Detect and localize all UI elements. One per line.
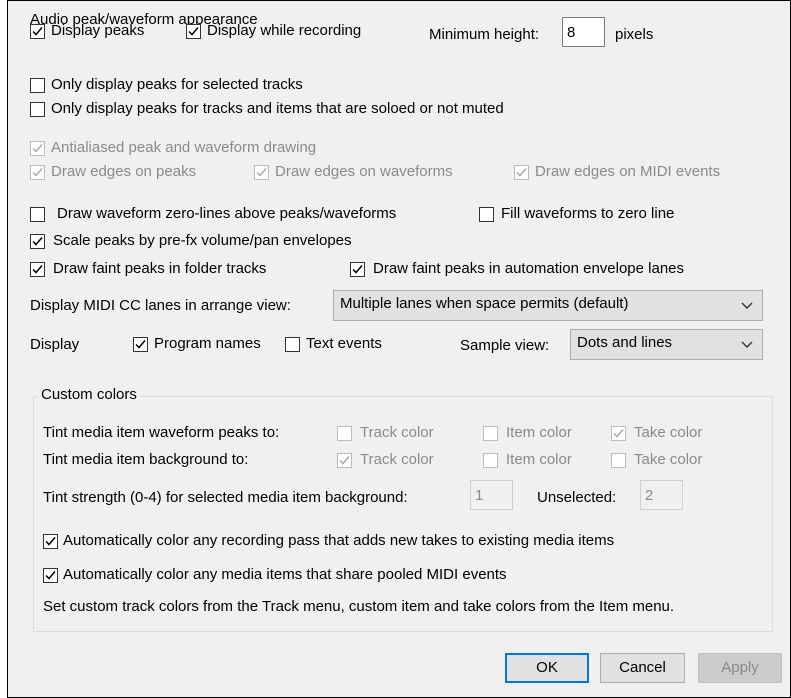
tint-bg-label: Tint media item background to: <box>43 451 249 468</box>
midi-cc-label: Display MIDI CC lanes in arrange view: <box>30 297 291 314</box>
edges-peaks-checkbox <box>30 165 45 180</box>
program-names-checkbox[interactable] <box>133 337 148 352</box>
hint-text: Set custom track colors from the Track m… <box>43 598 675 615</box>
edges-midi-label: Draw edges on MIDI events <box>535 163 721 180</box>
tint-peaks-track-label: Track color <box>360 424 434 441</box>
minimum-height-label: Minimum height: <box>429 26 540 43</box>
antialiased-checkbox <box>30 141 45 156</box>
custom-colors-title: Custom colors <box>38 386 140 403</box>
chevron-down-icon <box>741 341 753 348</box>
faint-folder-checkbox[interactable] <box>30 262 45 277</box>
tint-peaks-item-label: Item color <box>506 424 572 441</box>
display-peaks-label[interactable]: Display peaks <box>51 22 144 39</box>
program-names-label[interactable]: Program names <box>154 335 261 352</box>
only-soloed-label[interactable]: Only display peaks for tracks and items … <box>51 100 504 117</box>
tint-peaks-take-label: Take color <box>634 424 703 441</box>
tint-bg-track-label: Track color <box>360 451 434 468</box>
edges-waveforms-checkbox <box>254 165 269 180</box>
midi-cc-value: Multiple lanes when space permits (defau… <box>340 295 629 312</box>
checkmark-icon <box>352 265 363 274</box>
checkmark-icon <box>45 571 56 580</box>
checkmark-icon <box>188 27 199 36</box>
display-peaks-checkbox[interactable] <box>30 24 45 39</box>
edges-waveforms-label: Draw edges on waveforms <box>275 163 453 180</box>
tint-peaks-track-checkbox <box>337 426 352 441</box>
text-events-checkbox[interactable] <box>285 337 300 352</box>
tint-peaks-item-checkbox <box>483 426 498 441</box>
tint-strength-input: 1 <box>470 480 513 510</box>
ok-button[interactable]: OK <box>505 653 589 683</box>
only-selected-label[interactable]: Only display peaks for selected tracks <box>51 76 303 93</box>
tint-bg-item-checkbox <box>483 453 498 468</box>
unselected-input: 2 <box>640 480 683 510</box>
only-selected-checkbox[interactable] <box>30 78 45 93</box>
only-soloed-checkbox[interactable] <box>30 102 45 117</box>
auto-color-pooled-checkbox[interactable] <box>43 568 58 583</box>
fill-zero-checkbox[interactable] <box>479 207 494 222</box>
sample-view-select[interactable]: Dots and lines <box>570 329 763 360</box>
faint-folder-label[interactable]: Draw faint peaks in folder tracks <box>53 260 266 277</box>
midi-cc-select[interactable]: Multiple lanes when space permits (defau… <box>333 290 763 321</box>
chevron-down-icon <box>741 302 753 309</box>
scale-peaks-checkbox[interactable] <box>30 234 45 249</box>
minimum-height-input[interactable]: 8 <box>562 17 605 47</box>
tint-bg-item-label: Item color <box>506 451 572 468</box>
display-while-recording-label[interactable]: Display while recording <box>207 22 361 39</box>
display-while-recording-checkbox[interactable] <box>186 24 201 39</box>
text-events-label[interactable]: Text events <box>306 335 382 352</box>
edges-peaks-label: Draw edges on peaks <box>51 163 197 180</box>
apply-button: Apply <box>698 653 782 683</box>
audio-group <box>22 20 780 375</box>
left-edge <box>0 0 8 698</box>
checkmark-icon <box>32 265 43 274</box>
checkmark-icon <box>613 429 624 438</box>
checkmark-icon <box>32 237 43 246</box>
checkmark-icon <box>516 168 527 177</box>
checkmark-icon <box>32 144 43 153</box>
minimum-height-unit: pixels <box>615 26 654 43</box>
checkmark-icon <box>135 340 146 349</box>
tint-bg-take-label: Take color <box>634 451 703 468</box>
fill-zero-label[interactable]: Fill waveforms to zero line <box>501 205 674 222</box>
sample-view-value: Dots and lines <box>577 334 673 351</box>
cancel-button[interactable]: Cancel <box>600 653 685 683</box>
zero-lines-label[interactable]: Draw waveform zero-lines above peaks/wav… <box>57 205 396 222</box>
sample-view-label: Sample view: <box>460 337 550 354</box>
checkmark-icon <box>339 456 350 465</box>
antialiased-label: Antialiased peak and waveform drawing <box>51 139 317 156</box>
faint-automation-label[interactable]: Draw faint peaks in automation envelope … <box>373 260 684 277</box>
tint-peaks-label: Tint media item waveform peaks to: <box>43 424 280 441</box>
tint-peaks-take-checkbox <box>611 426 626 441</box>
faint-automation-checkbox[interactable] <box>350 262 365 277</box>
scale-peaks-label[interactable]: Scale peaks by pre-fx volume/pan envelop… <box>53 232 352 249</box>
zero-lines-checkbox[interactable] <box>30 207 45 222</box>
tint-bg-track-checkbox <box>337 453 352 468</box>
tint-bg-take-checkbox <box>611 453 626 468</box>
checkmark-icon <box>32 168 43 177</box>
tint-strength-label: Tint strength (0-4) for selected media i… <box>43 489 408 506</box>
auto-color-recording-checkbox[interactable] <box>43 534 58 549</box>
checkmark-icon <box>45 537 56 546</box>
unselected-label: Unselected: <box>537 489 617 506</box>
auto-color-pooled-label[interactable]: Automatically color any media items that… <box>63 566 507 583</box>
checkmark-icon <box>32 27 43 36</box>
auto-color-recording-label[interactable]: Automatically color any recording pass t… <box>63 532 614 549</box>
edges-midi-checkbox <box>514 165 529 180</box>
checkmark-icon <box>256 168 267 177</box>
display-label: Display <box>30 336 80 353</box>
